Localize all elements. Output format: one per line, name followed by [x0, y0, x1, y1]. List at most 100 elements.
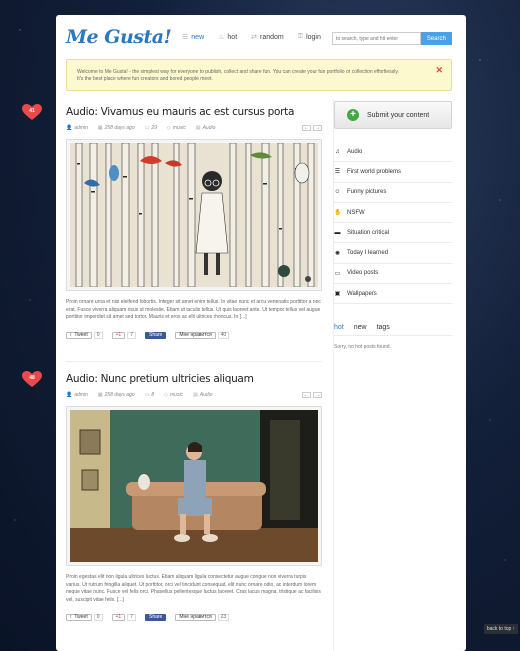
user-icon: 👤: [66, 125, 73, 131]
plus-icon: +: [347, 109, 359, 121]
comment-icon: ▭: [144, 392, 150, 398]
prev-arrow-icon[interactable]: ←: [302, 392, 311, 398]
post-author[interactable]: admin: [74, 392, 88, 398]
tweet-button[interactable]: t Tweet: [66, 614, 92, 621]
share-button[interactable]: Share: [145, 614, 167, 621]
tab-tags[interactable]: tags: [377, 324, 390, 331]
submit-label: Submit your content: [367, 111, 430, 119]
post: Audio: Vivamus eu mauris ac est cursus p…: [66, 106, 322, 339]
site-logo[interactable]: Me Gusta!: [66, 26, 172, 48]
nav-random[interactable]: ⇄ random: [251, 33, 284, 42]
category-list: ♫ Audio ☰ First world problems ☺ Funny pict…: [334, 142, 452, 305]
submit-content-button[interactable]: + Submit your content: [334, 101, 452, 129]
hand-icon: ✋: [334, 210, 342, 217]
post-author[interactable]: admin: [74, 125, 88, 131]
list-icon: ☰: [182, 34, 189, 41]
tweet-count: 0: [93, 331, 103, 339]
twitter-icon: t: [70, 331, 72, 338]
post-image[interactable]: [66, 406, 322, 566]
sidebar-tabs: hot new tags: [334, 324, 452, 337]
category-item-situation-critical[interactable]: ▬ Situation critical: [334, 223, 452, 244]
tweet-count: 0: [93, 614, 103, 621]
flame-icon: ♨: [218, 34, 225, 41]
next-arrow-icon[interactable]: →: [313, 125, 322, 131]
post-tag[interactable]: music: [170, 392, 183, 398]
post-date: 258 days ago: [104, 392, 135, 398]
calendar-icon: ▦: [97, 125, 103, 131]
share-button[interactable]: Share: [145, 331, 167, 339]
post: Audio: Nunc pretium ultricies aliquam 👤 a…: [66, 373, 322, 621]
fb-like-button[interactable]: Мне нравится: [175, 614, 216, 621]
nav-hot[interactable]: ♨ hot: [218, 33, 237, 42]
category-item-today-i-learned[interactable]: ✺ Today I learned: [334, 243, 452, 264]
search-form: Search: [332, 32, 452, 45]
category-item-audio[interactable]: ♫ Audio: [334, 142, 452, 163]
notice-text: Welcome to Me Gusta! - the simplest way …: [77, 69, 399, 75]
notice-text-2: It's the best place where fun creators a…: [77, 76, 213, 82]
search-button[interactable]: Search: [420, 32, 452, 45]
category-item-video-posts[interactable]: ▭ Video posts: [334, 264, 452, 285]
fb-like-button[interactable]: Мне нравится: [175, 331, 216, 339]
post-title[interactable]: Audio: Vivamus eu mauris ac est cursus p…: [66, 106, 322, 118]
post-nav-arrows: ← →: [302, 392, 322, 398]
key-icon: ⚿: [297, 33, 304, 40]
post-meta: 👤 admin ▦ 258 days ago ▭ 29 ◇ music ▤ Audio: [66, 125, 322, 131]
category-item-wallpapers[interactable]: ▣ Wallpapers: [334, 284, 452, 305]
comment-icon: ▭: [144, 125, 150, 131]
post-image[interactable]: [66, 139, 322, 291]
tab-new[interactable]: new: [354, 324, 367, 331]
post-category[interactable]: Audio: [200, 392, 213, 398]
video-icon: ▭: [334, 270, 341, 277]
like-count: 41: [29, 108, 35, 114]
user-icon: 👤: [66, 392, 73, 398]
category-item-nsfw[interactable]: ✋ NSFW: [334, 203, 452, 224]
twitter-icon: t: [70, 614, 72, 620]
next-arrow-icon[interactable]: →: [313, 392, 322, 398]
search-input[interactable]: [332, 32, 421, 45]
comment-count[interactable]: 8: [151, 392, 154, 398]
illustration-forest-girl: [70, 143, 318, 287]
post-nav-arrows: ← →: [302, 125, 322, 131]
plus-one-count: 7: [127, 331, 136, 339]
page-container: Me Gusta! ☰new ♨hot ⇄random ⚿login Searc…: [56, 15, 466, 651]
nav-new[interactable]: ☰ new: [182, 33, 204, 42]
plus-one-count: 7: [127, 614, 136, 621]
category-item-funny-pictures[interactable]: ☺ Funny pictures: [334, 183, 452, 203]
fb-like-count: 23: [217, 614, 230, 621]
social-buttons: t Tweet 0 +1 7 Share Мне нравится 40: [66, 331, 322, 339]
like-badge[interactable]: 41: [22, 104, 42, 121]
smiley-icon: ☺: [334, 189, 341, 196]
lightbulb-icon: ✺: [334, 250, 341, 257]
plus-one-button[interactable]: +1: [111, 614, 126, 621]
fb-like-count: 40: [217, 331, 230, 339]
battery-icon: ▬: [334, 229, 341, 236]
prev-arrow-icon[interactable]: ←: [302, 125, 311, 131]
social-buttons: t Tweet 0 +1 7 Share Мне нравится 23: [66, 614, 322, 621]
no-hot-posts-message: Sorry, no hot posts found.: [334, 344, 391, 351]
close-icon[interactable]: ✕: [435, 66, 443, 75]
like-badge[interactable]: 48: [22, 371, 42, 388]
photo-woman-on-sofa: [70, 410, 318, 562]
post-excerpt: Proin ornare urna et nisi eleifend lobor…: [66, 299, 321, 320]
post-title[interactable]: Audio: Nunc pretium ultricies aliquam: [66, 373, 322, 385]
post-category[interactable]: Audio: [203, 125, 216, 131]
post-excerpt: Proin egestas elit non ligula ultrices l…: [66, 574, 321, 603]
image-icon: ▣: [334, 291, 341, 298]
nav-login[interactable]: ⚿ login: [298, 33, 321, 41]
sidebar: + Submit your content ♫ Audio ☰ First worl…: [334, 101, 452, 350]
like-count: 48: [29, 375, 35, 381]
shuffle-icon: ⇄: [251, 34, 258, 41]
post-date: 258 days ago: [104, 125, 135, 131]
back-to-top-button[interactable]: back to top ↑: [484, 624, 518, 634]
post-divider: [66, 361, 322, 362]
welcome-notice: Welcome to Me Gusta! - the simplest way …: [66, 59, 452, 91]
tweet-button[interactable]: t Tweet: [66, 331, 92, 339]
plus-one-button[interactable]: +1: [111, 331, 126, 339]
post-tag[interactable]: music: [173, 125, 186, 131]
post-meta: 👤 admin ▦ 258 days ago ▭ 8 ◇ music ▤ Audio: [66, 392, 322, 398]
folder-icon: ▤: [195, 125, 201, 131]
category-item-first-world-problems[interactable]: ☰ First world problems: [334, 162, 452, 183]
calendar-icon: ▦: [97, 392, 103, 398]
tab-hot[interactable]: hot: [334, 324, 344, 331]
comment-count[interactable]: 29: [151, 125, 157, 131]
